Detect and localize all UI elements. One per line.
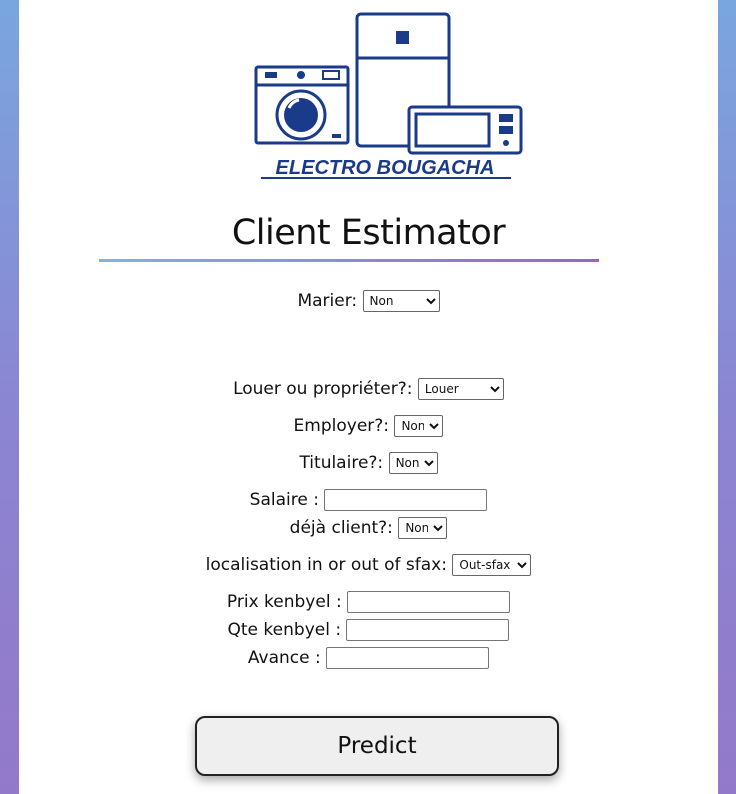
louer-select[interactable]: Louer [417, 378, 504, 400]
titulaire-select[interactable]: Non [388, 452, 438, 474]
salaire-label: Salaire : [249, 490, 319, 510]
marier-select[interactable]: Non [362, 290, 440, 312]
prix-label: Prix kenbyel : [226, 592, 342, 612]
qte-row: Qte kenbyel : [19, 619, 718, 641]
employer-label: Employer?: [293, 416, 390, 436]
salaire-input[interactable] [324, 489, 488, 511]
avance-label: Avance : [247, 648, 321, 668]
logo-brand-text: ELECTRO BOUGACHA [276, 157, 495, 179]
employer-row: Employer?: Non [19, 415, 718, 437]
titulaire-row: Titulaire?: Non [19, 452, 718, 474]
predict-button[interactable]: Predict [195, 716, 559, 776]
avance-row: Avance : [19, 647, 718, 669]
qte-input[interactable] [346, 619, 510, 641]
deja-client-row: déjà client?: Non [19, 517, 718, 539]
employer-select[interactable]: Non [394, 415, 444, 437]
localisation-select[interactable]: Out-sfax [452, 554, 532, 576]
salaire-row: Salaire : [19, 489, 718, 511]
deja-client-select[interactable]: Non [398, 517, 448, 539]
louer-label: Louer ou propriéter?: [233, 379, 413, 399]
qte-label: Qte kenbyel : [227, 620, 342, 640]
marier-row: Marier: Non [19, 290, 718, 312]
louer-row: Louer ou propriéter?: Louer [19, 378, 718, 400]
title-underline [99, 259, 599, 262]
form-card: ELECTRO BOUGACHA Client Estimator Marier… [19, 0, 718, 794]
prix-input[interactable] [347, 591, 511, 613]
deja-client-label: déjà client?: [289, 518, 393, 538]
electro-bougacha-logo: ELECTRO BOUGACHA [254, 12, 523, 179]
prix-row: Prix kenbyel : [19, 591, 718, 613]
page-title: Client Estimator [231, 213, 506, 253]
localisation-label: localisation in or out of sfax: [205, 555, 447, 575]
localisation-row: localisation in or out of sfax: Out-sfax [19, 554, 718, 576]
titulaire-label: Titulaire?: [299, 453, 384, 473]
avance-input[interactable] [326, 647, 490, 669]
marier-label: Marier: [297, 291, 358, 311]
